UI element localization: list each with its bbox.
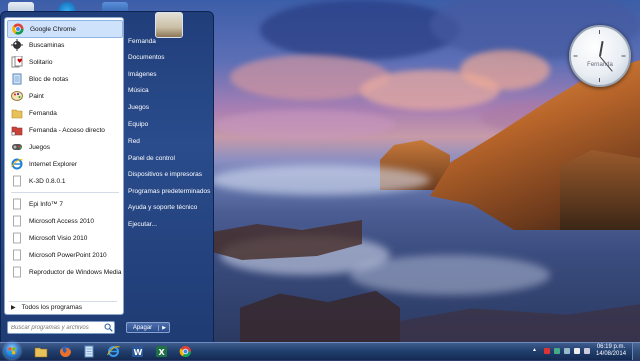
clock-label: Fernanda [587,62,613,68]
start-menu-programs-pane: Google Chrome Buscaminas ♥ Solitario Blo… [4,17,124,311]
word-icon[interactable]: W [128,344,146,359]
taskbar: W X ▲ 06:19 p.m. 14/08/2014 [0,342,640,360]
document-icon [11,249,23,261]
right-link-programas-predeterminados[interactable]: Programas predeterminados [128,188,210,195]
notepad-icon[interactable] [80,344,98,359]
ie-icon[interactable] [104,344,122,359]
start-item-solitario[interactable]: ♥ Solitario [7,54,121,70]
start-item-fernanda[interactable]: Fernanda [7,105,121,121]
start-menu-separator [11,192,119,193]
firefox-icon[interactable] [56,344,74,359]
start-button[interactable] [4,343,20,359]
svg-text:W: W [133,348,142,357]
right-link-panel-de-control[interactable]: Panel de control [128,155,175,162]
document-icon [11,175,23,187]
tray-clock[interactable]: 06:19 p.m. 14/08/2014 [596,344,626,358]
start-item-internet-explorer[interactable]: Internet Explorer [7,156,121,172]
right-link-ejecutar[interactable]: Ejecutar... [128,221,157,228]
svg-text:♥: ♥ [17,58,22,65]
right-link-imagenes[interactable]: Imágenes [128,71,157,78]
svg-text:X: X [158,348,165,357]
right-link-musica[interactable]: Música [128,87,149,94]
start-item-epi-info[interactable]: Epi Info™ 7 [7,196,121,212]
right-link-equipo[interactable]: Equipo [128,121,148,128]
start-search-box[interactable] [7,321,115,334]
start-item-microsoft-powerpoint[interactable]: Microsoft PowerPoint 2010 [7,247,121,263]
start-menu: Google Chrome Buscaminas ♥ Solitario Blo… [0,11,214,344]
start-item-fernanda-acceso-directo[interactable]: Fernanda - Acceso directo [7,122,121,138]
right-link-documentos[interactable]: Documentos [128,54,165,61]
right-link-juegos[interactable]: Juegos [128,104,149,111]
start-item-paint[interactable]: Paint [7,88,121,104]
show-desktop-button[interactable] [632,343,640,360]
right-link-dispositivos-e-impresoras[interactable]: Dispositivos e impresoras [128,171,202,178]
start-item-buscaminas[interactable]: Buscaminas [7,37,121,53]
start-item-google-chrome[interactable]: Google Chrome [7,20,123,38]
tray-time: 06:19 p.m. [596,344,626,350]
tray-expand-icon[interactable]: ▲ [532,347,538,353]
right-link-ayuda-y-soporte[interactable]: Ayuda y soporte técnico [128,204,197,211]
clock-hour-hand [599,41,604,57]
start-item-k-3d[interactable]: K-3D 0.8.0.1 [7,173,121,189]
all-programs-button[interactable]: ▶ Todos los programas [4,300,124,315]
minesweeper-icon [11,39,23,51]
right-link-red[interactable]: Red [128,138,140,145]
start-item-microsoft-visio[interactable]: Microsoft Visio 2010 [7,230,121,246]
search-icon[interactable] [104,323,113,332]
shutdown-button[interactable]: Apagar ▶ [126,322,170,333]
right-link-fernanda[interactable]: Fernanda [128,38,156,45]
network-icon[interactable] [564,348,570,354]
flag-icon[interactable] [574,348,580,354]
start-item-bloc-de-notas[interactable]: Bloc de notas [7,71,121,87]
excel-icon[interactable]: X [152,344,170,359]
ie-icon [11,158,23,170]
shutdown-options-arrow[interactable]: ▶ [158,324,169,331]
arrow-right-icon: ▶ [11,304,16,311]
tray-icon-2[interactable] [554,348,560,354]
volume-icon[interactable] [584,348,590,354]
tray-date: 14/08/2014 [596,351,627,357]
solitaire-icon: ♥ [11,56,23,68]
document-icon [11,232,23,244]
chrome-icon[interactable] [176,344,194,359]
folder-icon [11,107,23,119]
document-icon [11,215,23,227]
search-input[interactable] [8,324,104,331]
document-icon [11,266,23,278]
tray-icon-1[interactable] [544,348,550,354]
chrome-icon [12,23,24,35]
windows-logo-icon [8,347,16,355]
paint-icon [11,90,23,102]
start-item-microsoft-access[interactable]: Microsoft Access 2010 [7,213,121,229]
user-account-picture[interactable] [155,12,183,38]
start-item-juegos[interactable]: Juegos [7,139,121,155]
folder-shortcut-icon [11,124,23,136]
start-item-windows-media-player[interactable]: Reproductor de Windows Media [7,264,122,280]
all-programs-separator [9,301,117,302]
games-icon [11,141,23,153]
explorer-icon[interactable] [32,344,50,359]
document-icon [11,198,23,210]
clock-gadget[interactable]: Fernanda [569,25,631,87]
notepad-icon [11,73,23,85]
